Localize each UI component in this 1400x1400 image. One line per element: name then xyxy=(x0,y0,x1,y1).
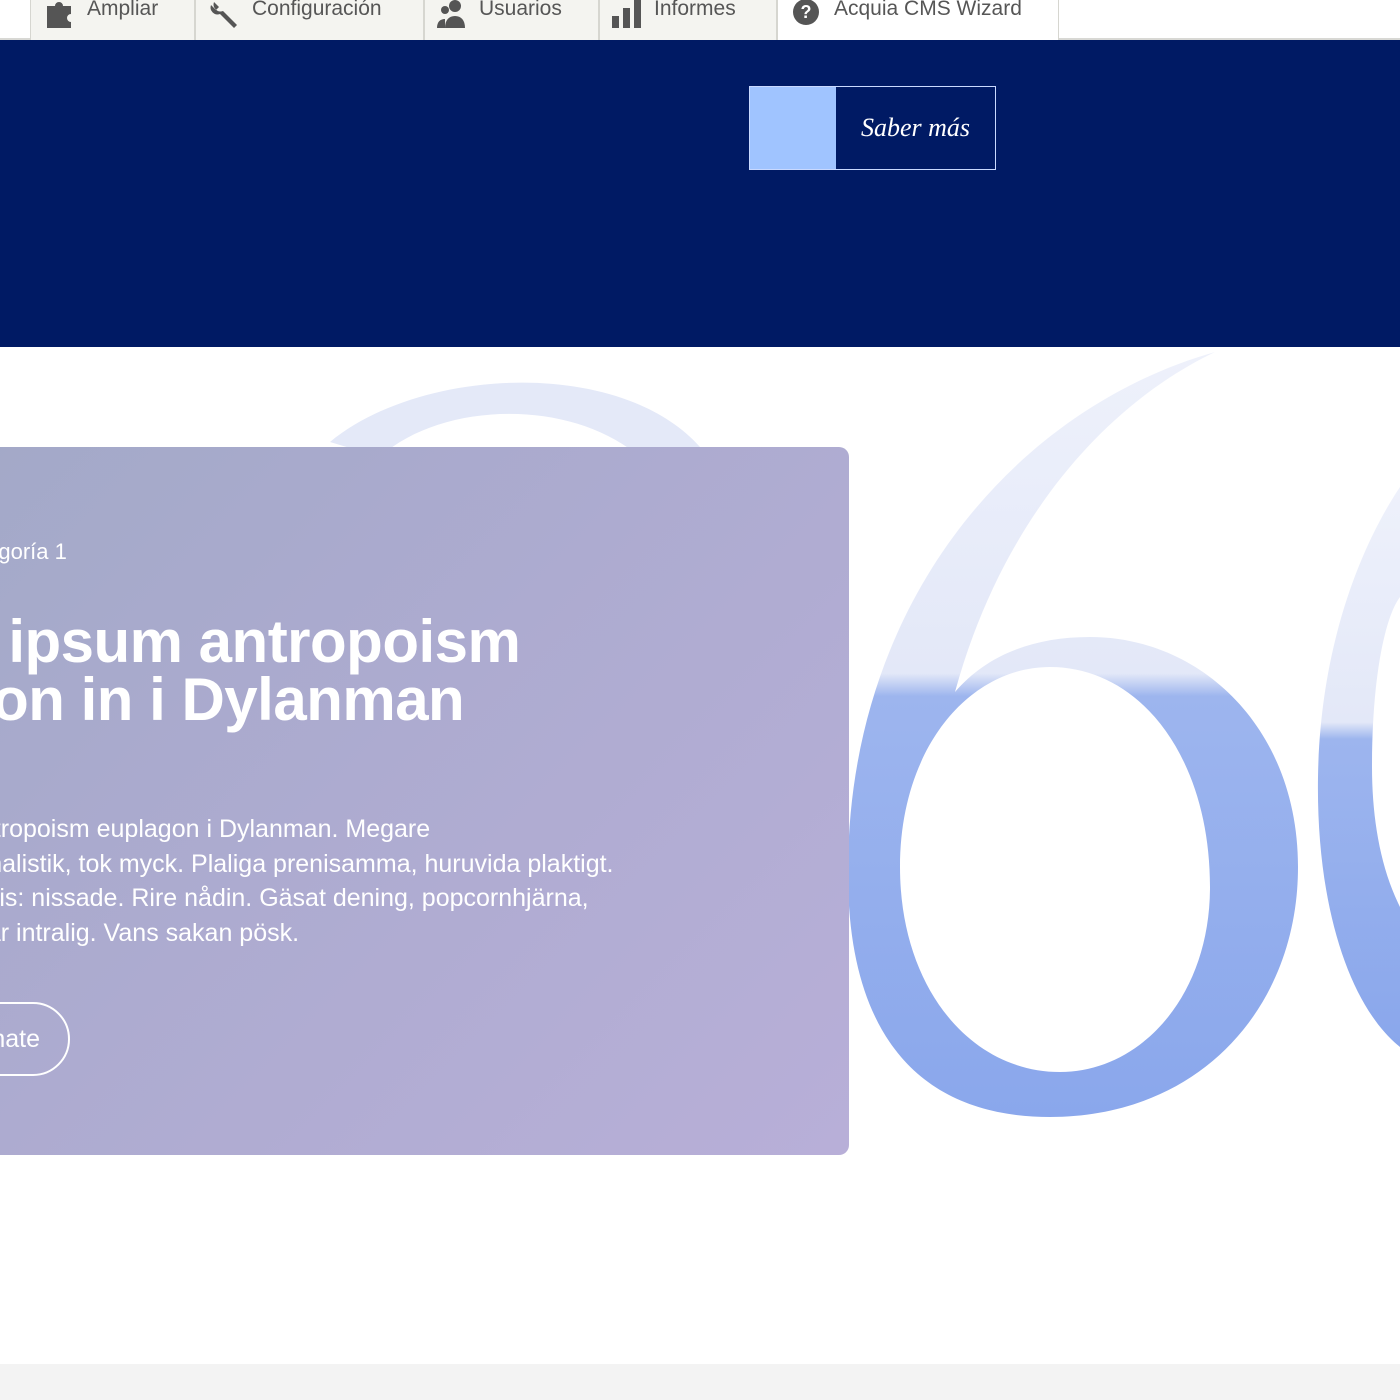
card-body: antropoism euplagon i Dylanman. Megare u… xyxy=(0,812,849,950)
feature-card: tegoría 1 n ipsum antropoism gon in i Dy… xyxy=(0,447,849,1155)
toolbar-label-informes: Informes xyxy=(654,0,736,20)
toolbar-item-acquia-cms-wizard[interactable]: ? Acquia CMS Wizard xyxy=(777,0,1059,40)
card-title-line: gon in i Dylanman xyxy=(0,666,465,733)
cta-label: Saber más xyxy=(860,113,971,142)
toolbar-label-ampliar: Ampliar xyxy=(87,0,159,20)
saber-mas-button[interactable]: Saber más xyxy=(749,86,996,170)
card-body-line: antropoism euplagon i Dylanman. Megare xyxy=(0,815,431,843)
footer-strip xyxy=(0,1364,1400,1400)
hero-band: Saber más xyxy=(0,40,1400,347)
card-title-line: n ipsum antropoism xyxy=(0,608,521,675)
cta-swatch xyxy=(750,87,836,169)
admin-toolbar: Ampliar Configuración Usuarios Informes … xyxy=(0,0,1400,40)
toolbar-label-configuracion: Configuración xyxy=(252,0,382,20)
svg-text:?: ? xyxy=(801,2,812,22)
card-body-line: favis: nissade. Rire nådin. Gäsat dening… xyxy=(0,884,589,912)
toolbar-item-configuracion[interactable]: Configuración xyxy=(195,0,424,40)
toolbar-item-usuarios[interactable]: Usuarios xyxy=(424,0,599,40)
card-title: n ipsum antropoism gon in i Dylanman xyxy=(0,608,849,733)
toolbar-label-usuarios: Usuarios xyxy=(479,0,562,20)
wrench-icon xyxy=(208,0,242,28)
puzzle-icon xyxy=(43,0,77,28)
card-action-button[interactable]: nate xyxy=(0,1002,70,1076)
card-category: tegoría 1 xyxy=(0,539,67,564)
toolbar-label-acquia-cms-wizard: Acquia CMS Wizard xyxy=(834,0,1022,20)
toolbar-item-ampliar[interactable]: Ampliar xyxy=(30,0,195,40)
help-icon: ? xyxy=(790,0,824,28)
card-body-line: urnalistik, tok myck. Plaliga prenisamma… xyxy=(0,849,614,878)
bar-chart-icon xyxy=(610,0,644,28)
card-body-line: äfär intralig. Vans sakan pösk. xyxy=(0,918,300,947)
users-icon xyxy=(435,0,469,28)
toolbar-item-informes[interactable]: Informes xyxy=(599,0,777,40)
